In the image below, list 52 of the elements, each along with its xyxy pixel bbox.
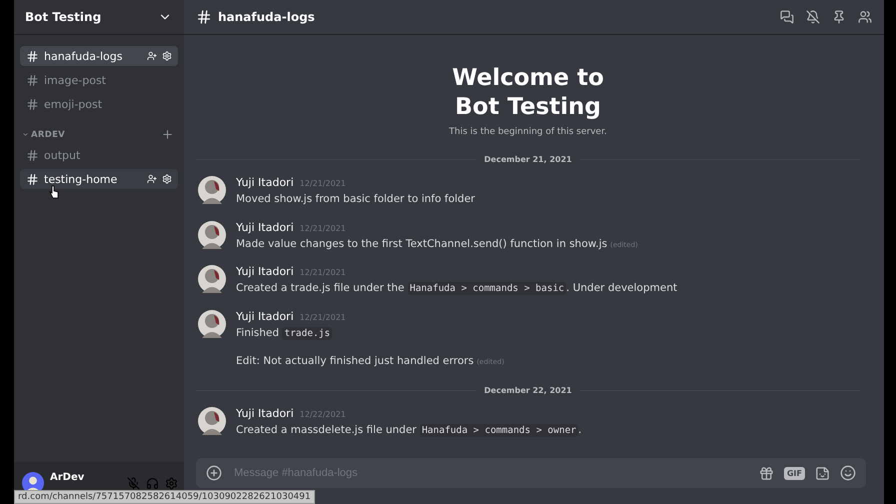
timestamp: 12/21/2021 xyxy=(300,179,346,188)
welcome-title: Welcome to Bot Testing xyxy=(451,64,605,122)
author-name[interactable]: Yuji Itadori xyxy=(236,265,294,278)
channel-item[interactable]: output xyxy=(20,145,178,165)
avatar[interactable] xyxy=(198,310,226,338)
muted-bell-icon[interactable] xyxy=(806,10,820,24)
hash-icon xyxy=(26,98,39,110)
avatar[interactable] xyxy=(198,176,226,204)
timestamp: 12/21/2021 xyxy=(300,268,346,278)
pin-icon[interactable] xyxy=(832,10,846,24)
channel-item[interactable]: hanafuda-logs xyxy=(20,46,178,66)
author-name[interactable]: Yuji Itadori xyxy=(236,220,294,234)
message-text: Created a massdelete.js file under Hanafuda > commands > owner . xyxy=(236,423,582,438)
author-name[interactable]: Yuji Itadori xyxy=(236,407,294,420)
server-header[interactable]: Bot Testing xyxy=(14,0,184,34)
add-person-icon[interactable] xyxy=(147,174,157,184)
avatar[interactable] xyxy=(198,265,226,294)
threads-icon[interactable] xyxy=(780,10,794,24)
smile-icon[interactable] xyxy=(840,465,856,481)
timestamp: 12/21/2021 xyxy=(300,313,346,322)
channel-title: hanafuda-logs xyxy=(218,10,316,24)
author-name[interactable]: Yuji Itadori xyxy=(236,176,294,190)
welcome-subtitle: This is the beginning of this server. xyxy=(448,127,608,138)
sticker-icon[interactable] xyxy=(815,466,830,480)
plus-icon[interactable] xyxy=(161,128,174,141)
link-preview: rd.com/channels/757157082582614059/1030902282621030491 xyxy=(14,490,315,504)
hash-icon xyxy=(26,74,39,86)
timestamp: 12/21/2021 xyxy=(300,224,346,233)
add-person-icon[interactable] xyxy=(147,51,157,61)
message-text: Moved show.js from basic folder to info folder xyxy=(236,192,475,207)
members-icon[interactable] xyxy=(858,10,872,24)
add-icon[interactable] xyxy=(206,465,222,481)
timestamp: 12/22/2021 xyxy=(300,410,346,420)
avatar[interactable] xyxy=(198,407,226,436)
hash-icon xyxy=(196,9,212,25)
avatar[interactable] xyxy=(198,220,226,249)
gif-button[interactable]: GIF xyxy=(784,466,805,480)
hash-icon xyxy=(26,172,39,186)
author-name[interactable]: Yuji Itadori xyxy=(236,310,294,324)
channel-item[interactable]: image-post xyxy=(20,70,178,90)
channel-item[interactable]: testing-home xyxy=(20,169,178,189)
date-divider: December 21, 2021 xyxy=(484,155,572,164)
hash-icon xyxy=(26,50,39,62)
hash-icon xyxy=(26,148,39,162)
username: ArDev xyxy=(50,472,86,482)
date-divider: December 22, 2021 xyxy=(484,386,572,396)
channel-item[interactable]: emoji-post xyxy=(20,94,178,114)
hand-cursor-icon xyxy=(49,185,59,199)
message-text: Finished trade.js xyxy=(236,326,334,341)
gift-icon[interactable] xyxy=(758,466,774,480)
message-text: Created a trade.js file under the Hanafuda > commands > basic . Under development xyxy=(236,281,678,296)
category-header[interactable]: ARDEV xyxy=(22,130,66,140)
